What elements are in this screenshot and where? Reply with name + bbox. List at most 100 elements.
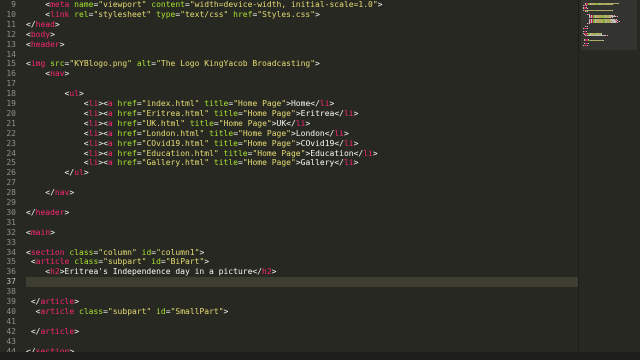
line-number: 24 [6, 148, 16, 158]
code-token: type [151, 9, 176, 19]
code-line[interactable]: </ul> [26, 168, 89, 178]
code-token: "subpart" [103, 257, 147, 267]
code-token: >< [98, 158, 108, 168]
minimap-stroke [612, 4, 614, 6]
code-token: > [50, 227, 55, 237]
code-token: li [334, 128, 344, 138]
code-line[interactable]: <nav> [26, 69, 69, 79]
code-line[interactable]: <li><a href="index.html" title="Home Pag… [26, 99, 335, 109]
code-token: title [185, 118, 214, 128]
code-token: "Home Page" [242, 138, 296, 148]
code-line[interactable]: <li><a href="COvid19.html" title="Home P… [26, 138, 359, 149]
code-line[interactable]: <li><a href="Gallery.html" title="Home P… [26, 158, 359, 168]
code-token: li [88, 99, 99, 108]
line-number: 43 [6, 336, 16, 346]
code-token: alt [132, 59, 152, 69]
line-number: 11 [6, 19, 16, 29]
code-token: > [315, 59, 320, 69]
minimap-stroke [586, 28, 588, 30]
code-token: "SmallPart" [170, 306, 224, 316]
code-line[interactable]: <body> [26, 30, 55, 40]
code-token: > [74, 326, 80, 336]
code-line[interactable]: <section class="column" id="column1"> [26, 248, 204, 258]
code-line[interactable]: <li><a href="Education.html" title="Home… [26, 149, 378, 159]
minimap-stroke [603, 40, 605, 42]
minimap-viewport[interactable] [581, 0, 637, 50]
code-token: >UK</ [271, 118, 296, 128]
code-token: "London.html" [141, 128, 205, 138]
minimap[interactable] [578, 0, 640, 352]
code-line[interactable]: <li><a href="London.html" title="Home Pa… [26, 129, 349, 139]
line-number: 39 [6, 297, 16, 306]
code-token: "The Logo KingYacob Broadcasting" [156, 59, 316, 69]
code-token: >London</ [291, 128, 335, 138]
code-token: class [69, 257, 99, 267]
code-line[interactable]: </header> [26, 208, 69, 218]
line-number: 13 [6, 39, 16, 49]
line-number: 26 [6, 168, 16, 178]
code-line[interactable]: <header> [26, 40, 65, 50]
code-token: class [74, 306, 104, 316]
status-bar [0, 352, 640, 360]
code-token: class [64, 247, 94, 257]
line-number: 37 [6, 277, 16, 287]
line-number: 34 [6, 247, 16, 257]
code-line[interactable]: </head> [26, 20, 60, 30]
code-token: > [353, 108, 359, 118]
line-number: 23 [6, 138, 16, 148]
code-token: rel [69, 9, 89, 19]
code-token: title [209, 138, 238, 148]
code-line[interactable]: </article> [26, 327, 79, 337]
code-line[interactable]: <link rel="stylesheet" type="text/css" h… [26, 10, 320, 20]
line-number: 16 [6, 69, 16, 79]
code-line[interactable]: </nav> [26, 188, 74, 198]
code-token: >Eritrea</ [295, 108, 344, 118]
code-line[interactable]: <main> [26, 228, 55, 238]
code-token: > [83, 168, 89, 178]
code-token: src [45, 59, 65, 69]
code-editor[interactable]: 9 <meta name="viewport" content="width=d… [0, 0, 578, 352]
code-token: </ [64, 168, 75, 178]
code-token: > [79, 89, 84, 99]
minimap-stroke [611, 10, 613, 12]
code-token: > [64, 207, 70, 217]
code-token: >< [98, 118, 108, 128]
code-token: li [343, 158, 354, 168]
code-token: >< [98, 108, 108, 118]
code-line[interactable]: <ul> [26, 89, 84, 99]
code-token: "text/css" [180, 9, 229, 19]
code-token: title [209, 158, 238, 168]
line-number: 9 [11, 0, 16, 9]
line-number: 40 [6, 306, 16, 316]
code-line[interactable] [26, 277, 578, 288]
minimap-stroke [606, 35, 608, 37]
code-line[interactable]: <li><a href="Eritrea.html" title="Home P… [26, 108, 359, 119]
minimap-stroke [589, 23, 590, 25]
code-line[interactable]: <h2>Eritrea's Independence day in a pict… [26, 267, 277, 277]
code-token: "column" [98, 247, 137, 257]
code-token: </ [45, 188, 55, 198]
code-line[interactable]: <meta name="viewport" content="width=dev… [26, 0, 382, 10]
code-token: "Gallery.html" [141, 158, 210, 168]
minimap-stroke [618, 21, 620, 22]
code-token: > [315, 9, 320, 19]
code-line[interactable]: </article> [26, 297, 79, 307]
code-line[interactable]: <li><a href="UK.html" title="Home Page">… [26, 118, 311, 129]
code-line[interactable]: <article class="subpart" id="SmallPart"> [26, 306, 229, 317]
code-token: section [30, 247, 65, 257]
code-line[interactable]: <img src="KYBlogo.png" alt="The Logo Kin… [26, 59, 320, 69]
code-token: >< [98, 138, 108, 148]
code-token: ul [69, 89, 79, 99]
code-token: nav [50, 69, 65, 79]
code-token: li [319, 99, 330, 108]
line-number: 20 [6, 108, 16, 118]
code-token: "UK.html" [141, 118, 186, 128]
code-token: href [112, 128, 137, 138]
code-token: > [271, 267, 277, 277]
code-line[interactable]: <article class="subpart" id="BiPart"> [26, 257, 209, 267]
